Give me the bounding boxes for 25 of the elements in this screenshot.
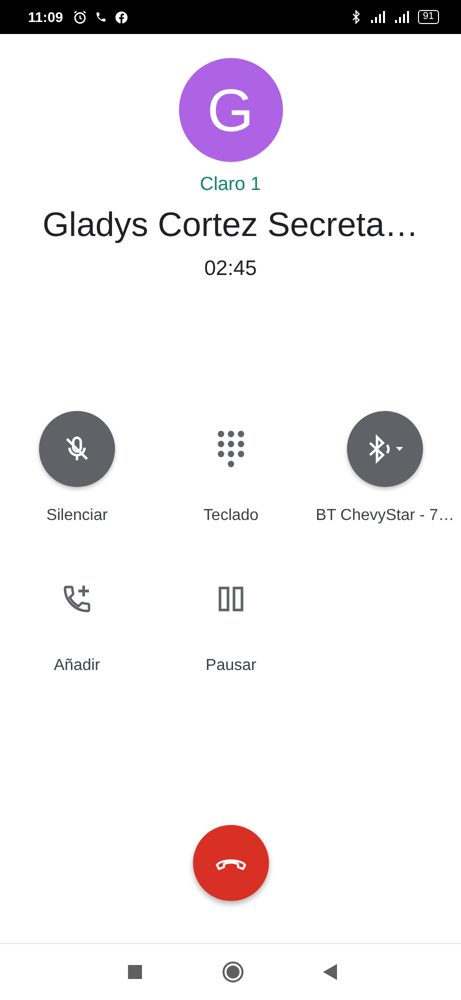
home-icon[interactable]: [222, 961, 244, 983]
bluetooth-icon: [350, 10, 362, 24]
add-call-icon: [61, 583, 93, 615]
battery-indicator: 91: [418, 10, 439, 24]
control-button[interactable]: [39, 411, 115, 487]
alarm-icon: [73, 10, 88, 24]
facebook-icon: [115, 10, 128, 24]
status-time: 11:09: [28, 9, 64, 25]
control-button[interactable]: [347, 411, 423, 487]
caller-name: Gladys Cortez Secreta…: [42, 206, 419, 245]
control-label: Silenciar: [46, 507, 108, 525]
call-duration: 02:45: [204, 257, 257, 281]
dialpad-icon: [216, 429, 246, 469]
control-label: BT ChevyStar - 7…: [316, 507, 454, 525]
contact-avatar: G: [178, 58, 282, 162]
signal-icon: [370, 11, 386, 23]
signal-icon: [394, 11, 410, 23]
control-label: Pausar: [206, 657, 256, 675]
phone-icon: [95, 11, 108, 23]
control-label: Añadir: [54, 657, 100, 675]
back-icon[interactable]: [323, 964, 337, 980]
control-label: Teclado: [203, 507, 259, 525]
end-call-button[interactable]: [192, 825, 268, 901]
account-label: Claro 1: [200, 174, 262, 196]
pause-icon: [218, 586, 244, 612]
